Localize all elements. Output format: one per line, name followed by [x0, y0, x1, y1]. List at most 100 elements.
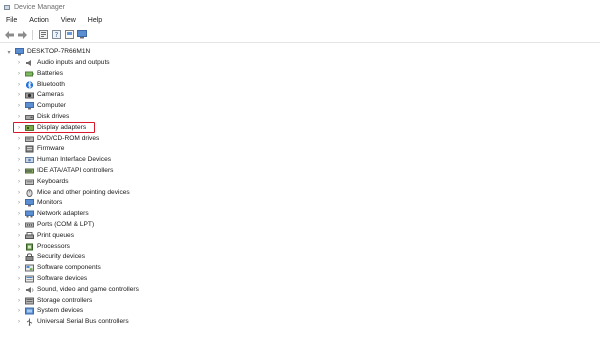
tree-item-firmware[interactable]: › Firmware [16, 144, 64, 154]
menu-bar: File Action View Help [0, 15, 600, 26]
chevron-right-icon[interactable]: › [16, 59, 22, 67]
tree-item-human-interface-devices[interactable]: › Human Interface Devices [16, 155, 111, 165]
tree-item-print-queues[interactable]: › Print queues [16, 231, 74, 241]
chevron-right-icon[interactable]: › [16, 81, 22, 89]
firmware-icon [25, 145, 34, 153]
printer-icon [25, 231, 34, 240]
chevron-right-icon[interactable]: › [16, 264, 22, 272]
chevron-right-icon[interactable]: › [16, 318, 22, 326]
dvd-icon [25, 135, 34, 143]
display-adapter-icon [25, 124, 34, 132]
menu-view[interactable]: View [55, 17, 82, 24]
tree-item-label: Monitors [37, 199, 63, 207]
help-button[interactable]: ? [51, 30, 61, 40]
chevron-right-icon[interactable]: › [16, 243, 22, 251]
tree-item-keyboards[interactable]: › Keyboards [16, 177, 69, 187]
update-driver-icon [64, 30, 74, 39]
chevron-right-icon[interactable]: › [16, 307, 22, 315]
tree-root[interactable]: ▾ DESKTOP-7R66M1N [6, 47, 90, 57]
properties-icon [38, 30, 48, 39]
device-tree: ▾ DESKTOP-7R66M1N › Audio inputs and outp… [0, 44, 600, 338]
chevron-right-icon[interactable]: › [16, 145, 22, 153]
chevron-right-icon[interactable]: › [16, 210, 22, 218]
svg-text:?: ? [54, 31, 58, 39]
tree-item-label: Keyboards [37, 177, 69, 185]
storage-icon [25, 297, 34, 305]
tree-item-mice-and-other-pointing-devices[interactable]: › Mice and other pointing devices [16, 188, 130, 198]
tree-item-processors[interactable]: › Processors [16, 242, 70, 252]
window-title: Device Manager [14, 3, 65, 11]
tree-item-label: Batteries [37, 69, 64, 77]
tree-item-label: DVD/CD-ROM drives [37, 134, 100, 142]
tree-item-security-devices[interactable]: › Security devices [16, 252, 85, 262]
chevron-right-icon[interactable]: › [16, 286, 22, 294]
tree-item-software-components[interactable]: › Software components [16, 263, 101, 273]
processor-icon [25, 243, 34, 251]
scan-hardware-button[interactable] [77, 30, 87, 40]
title-bar: Device Manager [0, 0, 600, 14]
tree-item-storage-controllers[interactable]: › Storage controllers [16, 296, 92, 306]
chevron-right-icon[interactable]: › [16, 232, 22, 240]
tree-item-audio-inputs-and-outputs[interactable]: › Audio inputs and outputs [16, 58, 110, 68]
update-driver-button[interactable] [64, 30, 74, 40]
battery-icon [25, 70, 34, 78]
chevron-right-icon[interactable]: › [16, 189, 22, 197]
keyboard-icon [25, 178, 34, 186]
tree-item-software-devices[interactable]: › Software devices [16, 274, 87, 284]
hid-icon [25, 156, 34, 164]
tree-item-computer[interactable]: › Computer [16, 101, 66, 111]
chevron-down-icon[interactable]: ▾ [6, 48, 12, 56]
tree-item-bluetooth[interactable]: › Bluetooth [16, 80, 65, 90]
tree-item-ports-com-lpt[interactable]: › Ports (COM & LPT) [16, 220, 94, 230]
chevron-right-icon[interactable]: › [16, 102, 22, 110]
tree-item-system-devices[interactable]: › System devices [16, 306, 83, 316]
tree-item-cameras[interactable]: › Cameras [16, 90, 64, 100]
chevron-right-icon[interactable]: › [16, 91, 22, 99]
tree-item-label: Computer [37, 102, 66, 110]
chevron-right-icon[interactable]: › [16, 221, 22, 229]
chevron-right-icon[interactable]: › [16, 113, 22, 121]
menu-action[interactable]: Action [23, 17, 54, 24]
back-button[interactable] [4, 30, 14, 40]
chevron-right-icon[interactable]: › [16, 156, 22, 164]
tree-item-label: Ports (COM & LPT) [37, 221, 95, 228]
tree-item-monitors[interactable]: › Monitors [16, 198, 62, 208]
chevron-right-icon[interactable]: › [16, 275, 22, 283]
menu-file[interactable]: File [0, 17, 23, 24]
forward-button[interactable] [17, 30, 27, 40]
tree-item-label: Processors [37, 242, 70, 250]
tree-item-disk-drives[interactable]: › Disk drives [16, 112, 69, 122]
tree-item-label: Display adapters [37, 123, 87, 131]
properties-button[interactable] [38, 30, 48, 40]
tree-item-display-adapters[interactable]: › Display adapters [16, 123, 86, 133]
monitor-icon [77, 30, 87, 39]
menu-help[interactable]: Help [82, 17, 108, 24]
tree-item-label: Print queues [37, 231, 75, 239]
chevron-right-icon[interactable]: › [16, 297, 22, 305]
back-icon [4, 30, 14, 39]
chevron-right-icon[interactable]: › [16, 167, 22, 175]
chevron-right-icon[interactable]: › [16, 135, 22, 143]
chevron-right-icon[interactable]: › [16, 199, 22, 207]
chevron-right-icon[interactable]: › [16, 253, 22, 261]
usb-icon [25, 318, 34, 326]
tree-item-universal-serial-bus-controllers[interactable]: › Universal Serial Bus controllers [16, 317, 129, 327]
port-icon [25, 221, 34, 229]
tree-item-sound-video-and-game-controllers[interactable]: › Sound, video and game controllers [16, 285, 139, 295]
disk-icon [25, 113, 34, 121]
tree-item-label: System devices [37, 307, 84, 315]
security-icon [25, 253, 34, 262]
tree-item-ide-ata-atapi-controllers[interactable]: › IDE ATA/ATAPI controllers [16, 166, 113, 176]
chevron-right-icon[interactable]: › [16, 124, 22, 132]
tree-item-label: Security devices [37, 253, 86, 261]
tree-item-dvd-cd-rom-drives[interactable]: › DVD/CD-ROM drives [16, 134, 99, 144]
system-icon [25, 307, 34, 315]
computer-icon [15, 48, 24, 56]
tree-item-network-adapters[interactable]: › Network adapters [16, 209, 89, 219]
tree-item-batteries[interactable]: › Batteries [16, 69, 63, 79]
tree-item-label: Audio inputs and outputs [37, 59, 110, 66]
chevron-right-icon[interactable]: › [16, 70, 22, 78]
software-component-icon [25, 264, 34, 272]
chevron-right-icon[interactable]: › [16, 178, 22, 186]
tree-item-label: Universal Serial Bus controllers [37, 318, 129, 326]
